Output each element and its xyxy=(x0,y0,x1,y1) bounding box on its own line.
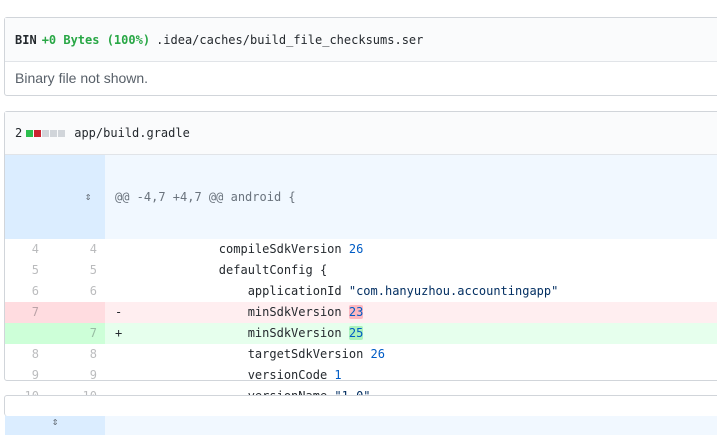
new-line-number[interactable]: 8 xyxy=(47,344,105,365)
old-line-number[interactable]: 8 xyxy=(5,344,47,365)
diff-line-add: 7 + minSdkVersion 25 xyxy=(5,323,717,344)
expand-up-button[interactable]: ⇕ xyxy=(5,155,105,239)
bin-label: BIN xyxy=(15,32,37,47)
old-line-number[interactable]: 5 xyxy=(5,260,47,281)
code-line: applicationId "com.hanyuzhou.accountinga… xyxy=(161,284,559,298)
file-header: 2 app/build.gradle xyxy=(5,112,717,155)
file-header: BIN +0 Bytes (100%) .idea/caches/build_f… xyxy=(5,18,717,62)
file-path-link[interactable]: .idea/caches/build_file_checksums.ser xyxy=(156,33,423,47)
hunk-header-row: ⇕ @@ -4,7 +4,7 @@ android { xyxy=(5,155,717,239)
diff-line-context: 66 applicationId "com.hanyuzhou.accounti… xyxy=(5,281,717,302)
code-line: versionCode 1 xyxy=(161,368,342,382)
code-token: "com.hanyuzhou.accountingapp" xyxy=(348,284,559,298)
code-token: 1 xyxy=(334,368,342,382)
old-line-number[interactable]: 4 xyxy=(5,239,47,260)
diffstat-block-neutral xyxy=(50,130,58,137)
old-line-number[interactable] xyxy=(5,323,47,344)
bytes-change: +0 Bytes (100%) xyxy=(41,32,151,47)
new-line-number[interactable]: 4 xyxy=(47,239,105,260)
code-line: defaultConfig { xyxy=(161,263,328,277)
diff-line-del: 7 - minSdkVersion 23 xyxy=(5,302,717,323)
new-line-number[interactable]: 6 xyxy=(47,281,105,302)
diffstat-block-del xyxy=(34,130,42,137)
text-file-diff: 2 app/build.gradle ⇕ @@ -4,7 +4,7 @@ and… xyxy=(4,111,717,435)
binary-file-message: Binary file not shown. xyxy=(15,70,149,86)
diff-line-context: 44 compileSdkVersion 26 xyxy=(5,239,717,260)
code-line: + minSdkVersion 25 xyxy=(105,323,717,344)
diffstat-block-neutral xyxy=(42,130,50,137)
next-file-diff xyxy=(4,395,717,416)
diff-marker: + xyxy=(115,326,123,340)
diffstat-block-add xyxy=(26,130,34,137)
diffstat-block-neutral xyxy=(58,130,66,137)
change-count: 2 xyxy=(15,126,23,140)
old-line-number[interactable]: 7 xyxy=(5,302,47,323)
diff-line-context: 99 versionCode 1 xyxy=(5,365,717,386)
diffstat-blocks xyxy=(26,126,66,140)
new-line-number[interactable]: 5 xyxy=(47,260,105,281)
old-line-number[interactable]: 9 xyxy=(5,365,47,386)
unfold-icon: ⇕ xyxy=(84,190,92,203)
code-token: 25 xyxy=(348,326,364,340)
diff-table: ⇕ @@ -4,7 +4,7 @@ android { 44 compileSd… xyxy=(5,155,717,435)
code-line: - minSdkVersion 23 xyxy=(105,302,717,323)
binary-file-diff: BIN +0 Bytes (100%) .idea/caches/build_f… xyxy=(4,17,717,96)
new-line-number[interactable] xyxy=(47,302,105,323)
diff-line-context: 55 defaultConfig { xyxy=(5,260,717,281)
code-token: 23 xyxy=(348,305,364,319)
file-path-link[interactable]: app/build.gradle xyxy=(74,126,190,140)
code-line: compileSdkVersion 26 xyxy=(161,242,364,256)
diff-line-context: 88 targetSdkVersion 26 xyxy=(5,344,717,365)
new-line-number[interactable]: 9 xyxy=(47,365,105,386)
diffstat: 2 xyxy=(15,126,66,140)
unfold-icon: ⇕ xyxy=(51,414,59,428)
diff-marker: - xyxy=(115,305,123,319)
new-line-number[interactable]: 7 xyxy=(47,323,105,344)
old-line-number[interactable]: 6 xyxy=(5,281,47,302)
code-token: 26 xyxy=(348,242,364,256)
code-token: 26 xyxy=(370,347,385,361)
hunk-header: @@ -4,7 +4,7 @@ android { xyxy=(105,155,717,239)
code-line: targetSdkVersion 26 xyxy=(161,347,385,361)
